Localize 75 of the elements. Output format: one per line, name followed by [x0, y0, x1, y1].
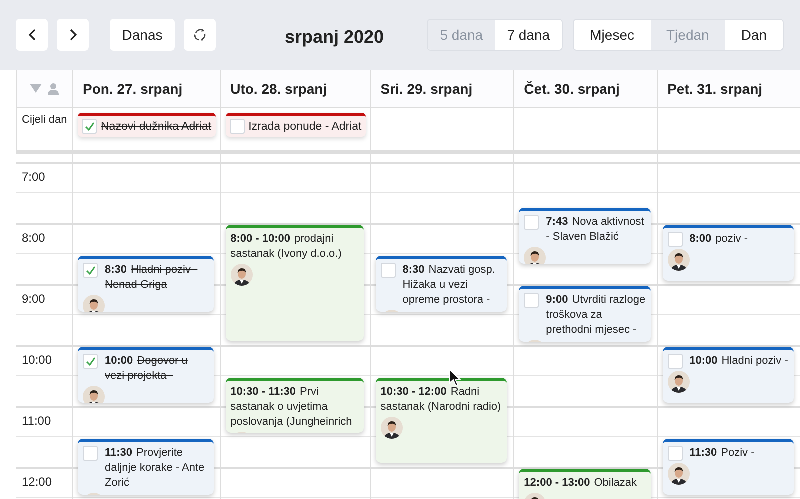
- event-text: 7:43 Nova aktivnost - Slaven Blažić: [546, 214, 646, 245]
- avatar: [668, 462, 690, 484]
- event-card[interactable]: 8:00 - 10:00 prodajni sastanak (Ivony d.o.o.): [226, 225, 364, 341]
- refresh-icon: [193, 28, 207, 42]
- day-header: Pet. 31. srpanj: [656, 70, 800, 108]
- avatar: [524, 246, 546, 264]
- event-text: 8:30 Hladni poziv - Nenad Griga: [105, 262, 199, 292]
- event-text: 11:30 Poziv -: [690, 446, 755, 460]
- event-card[interactable]: 8:00 poziv -: [662, 225, 794, 281]
- avatar: [668, 249, 690, 271]
- calendar-title: srpanj 2020: [285, 26, 384, 48]
- all-day-label: Cijeli dan: [22, 114, 68, 126]
- avatar: [380, 416, 403, 438]
- event-card[interactable]: 10:30 - 12:00 Radni sastanak (Narodni radio): [376, 378, 508, 463]
- check-icon: [86, 266, 96, 274]
- event-text: 10:30 - 11:30 Prvi sastanak o uvjetima poslovanja (Jungheinrich: [230, 384, 354, 430]
- avatar: [668, 371, 690, 393]
- event-card[interactable]: 12:00 - 13:00 Obilazak: [519, 469, 651, 499]
- event-text: 8:30 Nazvati gosp. Hižaka u vezi opreme prostora -: [402, 262, 496, 308]
- checkbox[interactable]: [230, 119, 245, 134]
- event-card[interactable]: 10:00 Hladni poziv -: [662, 347, 794, 403]
- event-text: 10:30 - 12:00 Radni sastanak (Narodni radio): [380, 384, 502, 414]
- event-text: 9:00 Utvrditi razloge troškova za prethodni mjesec -: [546, 293, 646, 338]
- checkbox[interactable]: [380, 262, 396, 278]
- checkbox[interactable]: [524, 293, 540, 308]
- event-card[interactable]: 11:30 Provjerite daljnje korake - Ante Zorić: [78, 438, 214, 494]
- chevron-right-icon: [68, 29, 78, 41]
- check-icon: [84, 122, 94, 131]
- hour-label: 7:00: [21, 169, 46, 186]
- event-card[interactable]: 8:30 Nazvati gosp. Hižaka u vezi opreme prostora -: [376, 256, 508, 312]
- checkbox[interactable]: [668, 446, 683, 460]
- checkbox[interactable]: [668, 354, 683, 369]
- checkbox[interactable]: [83, 262, 98, 278]
- day-header: Čet. 30. srpanj: [513, 70, 657, 108]
- refresh-button[interactable]: [184, 19, 216, 51]
- avatar: [230, 264, 253, 286]
- event-title: Nazovi dužnika Adriat: [101, 120, 212, 132]
- day-header: Sri. 29. srpanj: [370, 70, 514, 108]
- hour-label: 12:00: [21, 474, 54, 491]
- filter-triangle-icon[interactable]: [30, 84, 42, 93]
- event-title: Izrada ponude - Adriat: [248, 120, 362, 132]
- checkbox[interactable]: [83, 354, 98, 369]
- today-button[interactable]: Danas: [110, 19, 175, 51]
- day-header: Pon. 27. srpanj: [72, 70, 220, 108]
- event-text: 10:00 Hladni poziv -: [690, 354, 788, 369]
- event-text: 8:00 poziv -: [690, 232, 748, 247]
- event-card[interactable]: 11:30 Poziv -: [662, 438, 794, 494]
- all-day-event[interactable]: Izrada ponude - Adriat: [226, 113, 366, 137]
- all-day-event[interactable]: Nazovi dužnika Adriat: [78, 113, 216, 137]
- event-card[interactable]: 8:30 Hladni poziv - Nenad Griga: [78, 256, 214, 312]
- event-card[interactable]: 10:30 - 11:30 Prvi sastanak o uvjetima poslovanja (Jungheinrich: [226, 378, 364, 432]
- event-card[interactable]: 10:00 Dogovor u vezi projekta -: [78, 347, 214, 403]
- hour-label: 8:00: [21, 230, 46, 247]
- hour-label: 9:00: [21, 291, 46, 308]
- day-header: Uto. 28. srpanj: [220, 70, 370, 108]
- hour-label: 11:00: [21, 413, 52, 430]
- event-text: 12:00 - 13:00 Obilazak: [524, 476, 638, 491]
- next-button[interactable]: [57, 19, 89, 51]
- checkbox[interactable]: [524, 214, 540, 230]
- event-text: 10:00 Dogovor u vezi projekta -: [105, 354, 189, 384]
- person-icon[interactable]: [48, 82, 59, 94]
- previous-button[interactable]: [16, 19, 48, 51]
- event-card[interactable]: 9:00 Utvrditi razloge troškova za prethodni mjesec -: [519, 286, 651, 342]
- checkbox[interactable]: [83, 446, 98, 460]
- event-card[interactable]: 7:43 Nova aktivnost - Slaven Blažić: [519, 208, 651, 264]
- event-text: 8:00 - 10:00 prodajni sastanak (Ivony d.o.o.): [230, 232, 343, 262]
- chevron-left-icon: [28, 29, 36, 41]
- check-icon: [86, 357, 96, 366]
- avatar: [83, 386, 105, 403]
- event-text: 11:30 Provjerite daljnje korake - Ante Zorić: [105, 446, 206, 490]
- hour-label: 10:00: [21, 352, 54, 369]
- avatar: [83, 294, 105, 312]
- checkbox[interactable]: [82, 119, 97, 134]
- checkbox[interactable]: [668, 232, 683, 247]
- mouse-cursor-icon: [449, 369, 461, 387]
